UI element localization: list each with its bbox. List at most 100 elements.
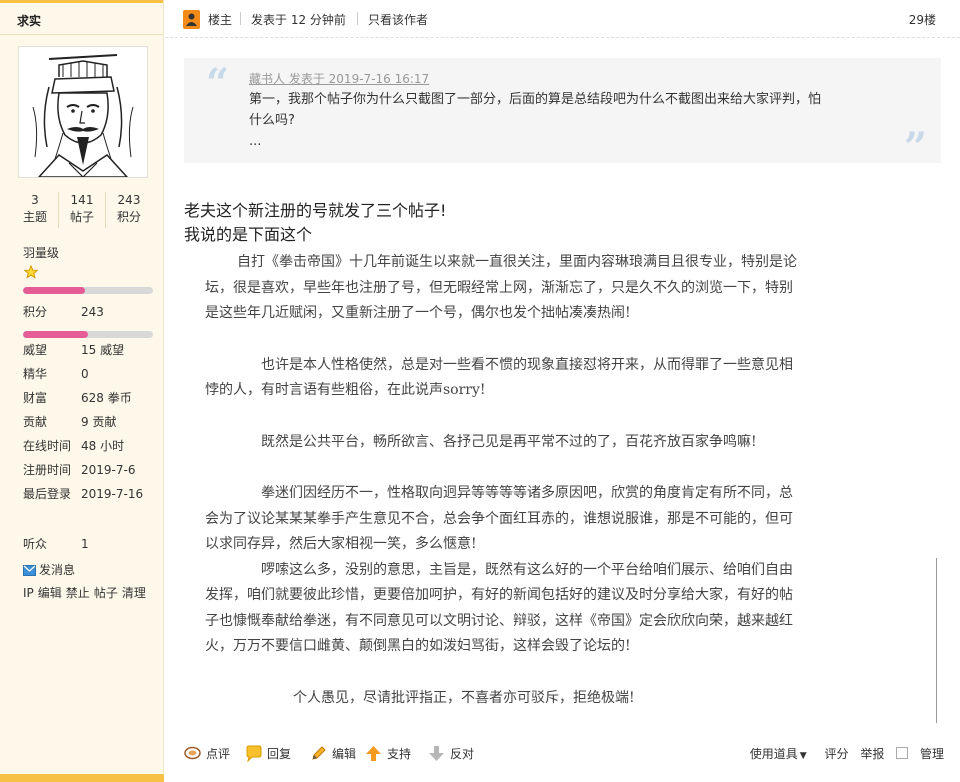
- admin-edit-link[interactable]: 编辑: [38, 586, 62, 600]
- rate-comment-label: 点评: [206, 747, 231, 761]
- profile-value: 9 贡献: [81, 415, 117, 429]
- stat-posts-label: 帖子: [69, 210, 94, 224]
- stat-topics[interactable]: 3 主题: [12, 192, 59, 228]
- quote-line: 什么吗?: [249, 113, 295, 128]
- reply-button[interactable]: 回复: [245, 743, 291, 765]
- sidebar-bottom-accent: [0, 774, 164, 782]
- post-lead-line: 老夫这个新注册的号就发了三个帖子!: [184, 201, 447, 220]
- stat-credits-value: 243: [117, 193, 141, 207]
- admin-clean-link[interactable]: 清理: [122, 586, 146, 600]
- avatar-portrait-image: [19, 47, 147, 177]
- edit-button[interactable]: 编辑: [310, 743, 356, 765]
- stat-posts-value: 141: [70, 193, 94, 207]
- body-line: 火，万万不要信口雌黄、颠倒黑白的如泼妇骂街，这样会毁了论坛的!: [205, 638, 631, 654]
- send-message-label: 发消息: [39, 563, 76, 577]
- body-line: 发挥，咱们就要彼此珍惜，更要倍加呵护，有好的新闻包括好的建议及时分享给大家，有好…: [205, 587, 793, 603]
- body-line: 子也慷慨奉献给拳迷，有不同意见可以文明讨论、辩驳，这样《帝国》定会欣欣向荣，越来…: [205, 612, 793, 629]
- quote-author-link[interactable]: 藏书人 发表于 2019-7-16 16:17: [249, 72, 429, 86]
- score-link[interactable]: 评分: [824, 747, 848, 761]
- stat-topics-label: 主题: [22, 210, 47, 224]
- post-body: 自打《拳击帝国》十几年前诞生以来就一直很关注，里面内容琳琅满目且很专业，特别是论…: [205, 250, 930, 711]
- user-stats: 3 主题 141 帖子 243 积分: [12, 192, 152, 228]
- pencil-icon: [312, 746, 326, 760]
- profile-value: 2019-7-6: [81, 463, 136, 477]
- profile-key: 贡献: [23, 415, 48, 429]
- post-lead: 老夫这个新注册的号就发了三个帖子! 我说的是下面这个: [184, 199, 446, 247]
- thread-owner-label: 楼主: [208, 13, 233, 27]
- comment-bubble-icon: [184, 746, 201, 760]
- sidebar-top-accent: [0, 0, 163, 3]
- admin-links: IP 编辑 禁止 帖子 清理: [23, 585, 150, 601]
- quote-meta: 藏书人 发表于 2019-7-16 16:17: [249, 70, 429, 87]
- profile-key: 威望: [23, 343, 48, 357]
- level-progress-fill: [23, 287, 86, 294]
- quote-close-icon: ”: [903, 124, 927, 171]
- avatar[interactable]: [18, 46, 148, 178]
- listeners-count-link[interactable]: 1: [81, 537, 89, 551]
- report-link[interactable]: 举报: [860, 747, 884, 761]
- body-line: 既然是公共平台，畅所欲言、各抒己见是再平常不过的了，百花齐放百家争鸣嘛!: [261, 433, 757, 450]
- profile-row-listeners: 听众 1: [23, 536, 89, 552]
- stat-topics-value: 3: [31, 193, 39, 207]
- profile-value: 2019-7-16: [81, 487, 144, 501]
- body-line: 悖的人，有时言语有些粗俗，在此说声sorry!: [205, 382, 486, 398]
- post-content: 楼主 发表于 12 分钟前 只看该作者 29楼 “ 藏书人 发表于 2019-7…: [165, 0, 960, 782]
- thread-owner-icon: [183, 10, 200, 29]
- divider: [0, 34, 163, 35]
- body-line: 拳迷们因经历不一，性格取向迥异等等等等诸多原因吧，欣赏的角度肯定有所不同，总: [261, 485, 793, 501]
- post-lead-line: 我说的是下面这个: [184, 225, 313, 244]
- support-label: 支持: [387, 747, 412, 761]
- author-name-link[interactable]: 求实: [17, 12, 41, 29]
- oppose-button[interactable]: 反对: [428, 743, 474, 765]
- only-author-link[interactable]: 只看该作者: [368, 11, 428, 28]
- quote-line: ...: [249, 134, 262, 149]
- body-line: 以求同存异，然后大家相视一笑，多么惬意!: [205, 536, 477, 552]
- stat-credits[interactable]: 243 积分: [106, 192, 152, 228]
- profile-value: 628 拳币: [81, 391, 132, 405]
- profile-row-online-time: 在线时间 48 小时: [23, 438, 124, 454]
- user-level-link[interactable]: 羽量级: [23, 244, 59, 261]
- post-time: 发表于 12 分钟前: [251, 13, 346, 27]
- thumb-up-arrow-icon: [366, 746, 381, 761]
- star-icon: [24, 265, 38, 279]
- support-button[interactable]: 支持: [365, 743, 411, 765]
- profile-row-essence: 精华 0: [23, 366, 89, 382]
- profile-row-score: 积分 243: [23, 304, 104, 320]
- profile-value: 243: [81, 305, 104, 319]
- use-tools-menu[interactable]: 使用道具: [750, 747, 798, 761]
- body-line: 也许是本人性格使然，总是对一些看不惯的现象直接怼将开来，从而得罪了一些意见相: [261, 356, 793, 373]
- quote-text: 第一，我那个帖子你为什么只截图了一部分，后面的算是总结段吧为什么不截图出来给大家…: [249, 89, 879, 152]
- thumb-down-arrow-icon: [429, 746, 444, 761]
- admin-posts-link[interactable]: 帖子: [94, 586, 118, 600]
- quote-author: 藏书人: [249, 72, 286, 86]
- manage-link[interactable]: 管理: [920, 747, 944, 761]
- body-line: 坛，很是喜欢，早些年也注册了号，但无暇经常上网，渐渐忘了，只是久不久的浏览一下，…: [205, 279, 793, 296]
- score-progress-fill: [23, 331, 88, 338]
- quote-line: 第一，我那个帖子你为什么只截图了一部分，后面的算是总结段吧为什么不截图出来给大家…: [249, 92, 822, 107]
- reply-bubble-icon: [246, 745, 262, 762]
- body-line: 自打《拳击帝国》十几年前诞生以来就一直很关注，里面内容琳琅满目且很专业，特别是论: [237, 254, 797, 270]
- profile-row-registered: 注册时间 2019-7-6: [23, 462, 135, 478]
- profile-key: 在线时间: [23, 439, 72, 453]
- stat-posts[interactable]: 141 帖子: [59, 192, 106, 228]
- quote-block: “ 藏书人 发表于 2019-7-16 16:17 第一，我那个帖子你为什么只截…: [184, 58, 941, 168]
- post-right-actions: 使用道具 ▼ 评分 举报 管理: [742, 743, 944, 765]
- profile-value: 48 小时: [81, 439, 125, 453]
- profile-key: 注册时间: [23, 463, 72, 477]
- floor-number-link[interactable]: 29楼: [909, 11, 936, 28]
- admin-ban-link[interactable]: 禁止: [66, 586, 90, 600]
- post-header: 楼主 发表于 12 分钟前 只看该作者 29楼: [165, 0, 960, 38]
- rate-comment-button[interactable]: 点评: [184, 743, 230, 765]
- send-message-link[interactable]: 发消息: [23, 562, 75, 578]
- oppose-label: 反对: [450, 747, 475, 761]
- edit-label: 编辑: [332, 747, 357, 761]
- profile-row-prestige: 威望 15 威望: [23, 342, 124, 358]
- manage-checkbox[interactable]: [896, 747, 909, 759]
- profile-row-wealth: 财富 628 拳币: [23, 390, 132, 406]
- body-line: 会为了议论某某某拳手产生意见不合，总会争个面红耳赤的，谁想说服谁，那是不可能的，…: [205, 510, 793, 527]
- admin-ip-link[interactable]: IP: [23, 586, 34, 600]
